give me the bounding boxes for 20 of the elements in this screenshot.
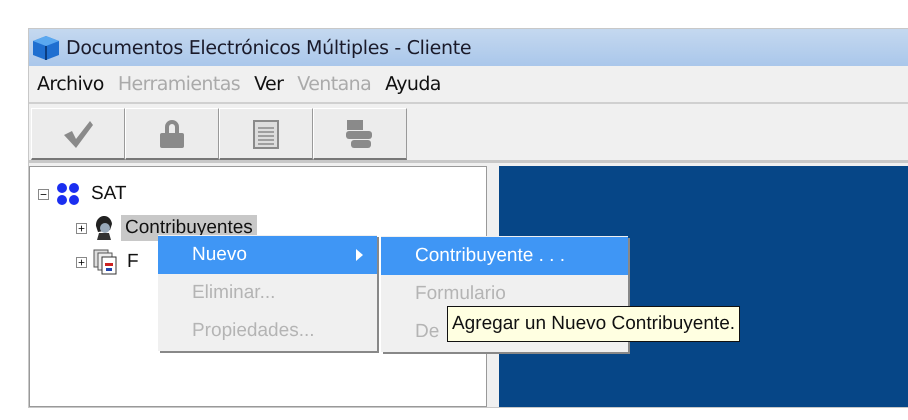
dots-icon bbox=[55, 182, 81, 206]
menu-item[interactable]: Ayuda bbox=[383, 73, 453, 95]
documents-icon bbox=[93, 249, 117, 275]
tree-item[interactable]: F bbox=[123, 249, 143, 275]
tree-item[interactable]: SAT bbox=[87, 181, 131, 207]
submenu-arrow-icon bbox=[356, 249, 363, 261]
menu-item[interactable]: Archivo bbox=[35, 73, 116, 95]
person-icon bbox=[93, 216, 115, 240]
tooltip: Agregar un Nuevo Contribuyente. bbox=[447, 306, 740, 342]
window-title: Documentos Electrónicos Múltiples - Cliente bbox=[66, 36, 472, 58]
expand-icon[interactable] bbox=[76, 222, 87, 234]
expand-icon[interactable] bbox=[76, 256, 87, 268]
lock-icon bbox=[158, 118, 186, 148]
notepad-icon bbox=[253, 118, 279, 148]
menu-item[interactable]: Ver bbox=[252, 73, 296, 95]
collapse-icon[interactable] bbox=[38, 188, 49, 200]
check-icon bbox=[62, 118, 94, 148]
menu-option[interactable]: Nuevo bbox=[158, 236, 377, 274]
menu-option[interactable]: Contribuyente . . . bbox=[381, 237, 628, 275]
cube-icon bbox=[32, 34, 60, 60]
